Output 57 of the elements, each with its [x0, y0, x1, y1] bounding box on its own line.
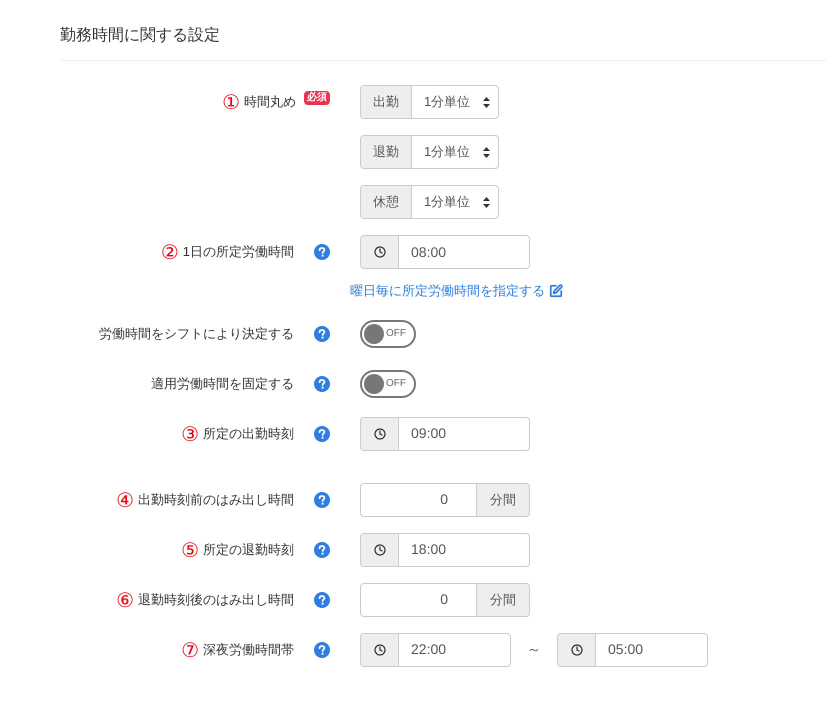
field-label: 深夜労働時間帯 — [203, 640, 294, 659]
help-icon[interactable] — [314, 542, 330, 558]
step-number: ② — [160, 242, 179, 262]
time-input[interactable]: 22:00 — [399, 632, 511, 666]
field-label: 労働時間をシフトにより決定する — [99, 324, 294, 343]
minutes-input[interactable]: 0 — [360, 582, 477, 616]
help-icon[interactable] — [314, 326, 330, 342]
select-value: 1分単位 — [424, 193, 470, 212]
toggle-switch[interactable]: OFF — [360, 320, 416, 348]
field-label: 所定の出勤時刻 — [203, 424, 294, 443]
section-title: 勤務時間に関する設定 — [60, 26, 221, 46]
field-label: 時間丸め — [244, 93, 296, 112]
unit-label: 分間 — [477, 582, 530, 616]
step-number: ⑦ — [181, 640, 199, 660]
clock-icon — [374, 544, 386, 556]
step-number: ⑤ — [181, 540, 199, 560]
help-icon[interactable] — [314, 492, 330, 508]
field-label: 適用労働時間を固定する — [151, 374, 294, 393]
sort-caret-icon — [483, 146, 490, 158]
select-prefix: 出勤 — [361, 86, 412, 118]
field-label: 出勤時刻前のはみ出し時間 — [138, 490, 294, 509]
help-icon[interactable] — [314, 376, 330, 392]
help-icon[interactable] — [314, 426, 330, 442]
select-field[interactable]: 出勤 1分単位 — [360, 85, 499, 119]
sort-caret-icon — [483, 96, 490, 108]
step-number: ③ — [181, 424, 199, 444]
range-separator: ～ — [527, 640, 541, 659]
select-prefix: 退勤 — [361, 136, 412, 168]
step-number: ⑥ — [116, 590, 134, 610]
select-field[interactable]: 退勤 1分単位 — [360, 135, 499, 169]
edit-icon — [549, 284, 563, 298]
select-value: 1分単位 — [424, 93, 470, 112]
help-icon[interactable] — [314, 642, 330, 658]
field-label: 退勤時刻後のはみ出し時間 — [138, 590, 294, 609]
field-label: 1日の所定労働時間 — [182, 243, 294, 262]
clock-icon — [570, 644, 582, 656]
time-input[interactable]: 18:00 — [399, 532, 530, 566]
step-number: ① — [222, 92, 240, 112]
field-label: 所定の退勤時刻 — [203, 540, 294, 559]
help-icon[interactable] — [314, 244, 330, 260]
clock-icon — [374, 428, 386, 440]
toggle-switch[interactable]: OFF — [360, 370, 416, 398]
clock-icon — [374, 246, 386, 258]
required-badge: 必須 — [304, 91, 330, 105]
sort-caret-icon — [483, 196, 490, 208]
help-icon[interactable] — [314, 592, 330, 608]
select-field[interactable]: 休憩 1分単位 — [360, 185, 499, 219]
time-input[interactable]: 08:00 — [399, 235, 530, 269]
time-input[interactable]: 09:00 — [399, 416, 530, 450]
minutes-input[interactable]: 0 — [360, 482, 477, 516]
clock-icon — [374, 644, 386, 656]
weekday-hours-link[interactable]: 曜日毎に所定労働時間を指定する — [350, 281, 563, 300]
select-value: 1分単位 — [424, 143, 470, 162]
select-prefix: 休憩 — [361, 186, 412, 218]
time-input[interactable]: 05:00 — [596, 632, 708, 666]
unit-label: 分間 — [477, 482, 530, 516]
step-number: ④ — [116, 490, 134, 510]
